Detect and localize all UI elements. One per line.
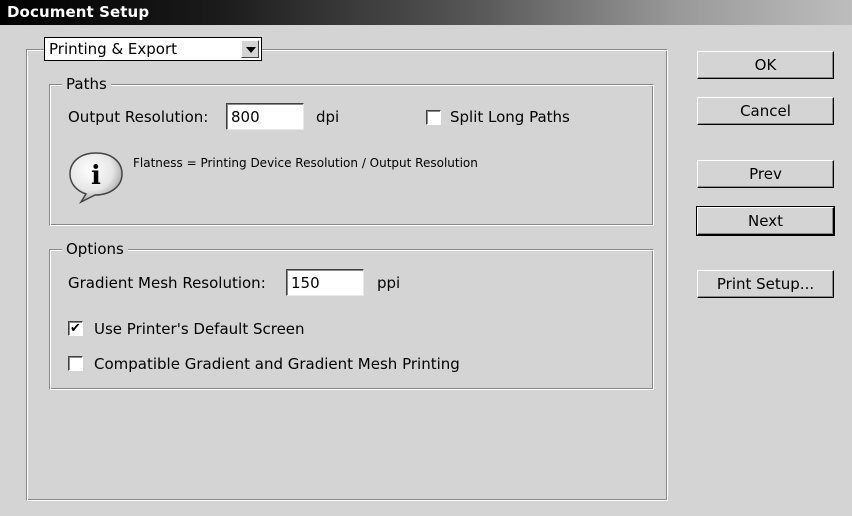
use-printer-default-screen-checkbox[interactable]: ✔ (68, 321, 83, 336)
output-resolution-unit: dpi (316, 108, 340, 126)
paths-group (49, 84, 654, 226)
output-resolution-label: Output Resolution: (68, 108, 209, 126)
next-button[interactable]: Next (696, 206, 835, 236)
svg-text:i: i (91, 161, 101, 191)
cancel-button[interactable]: Cancel (697, 97, 834, 125)
paths-group-legend: Paths (62, 75, 111, 93)
category-dropdown[interactable]: Printing & Export (44, 37, 262, 61)
info-speech-bubble-icon: i (69, 152, 123, 204)
gradient-mesh-resolution-label: Gradient Mesh Resolution: (68, 274, 266, 292)
gradient-mesh-resolution-unit: ppi (377, 274, 401, 292)
use-printer-default-screen-label[interactable]: Use Printer's Default Screen (94, 320, 305, 338)
prev-button[interactable]: Prev (697, 160, 834, 188)
options-group-legend: Options (62, 240, 128, 258)
gradient-mesh-resolution-input[interactable] (286, 269, 364, 296)
dropdown-arrow-button[interactable] (241, 40, 259, 58)
print-setup-button[interactable]: Print Setup... (697, 270, 834, 298)
checkmark-icon: ✔ (70, 321, 81, 336)
flatness-info-text: Flatness = Printing Device Resolution / … (133, 156, 478, 170)
compatible-gradient-checkbox[interactable] (68, 356, 83, 371)
category-dropdown-value: Printing & Export (49, 40, 178, 58)
window-title: Document Setup (7, 3, 150, 21)
split-long-paths-label[interactable]: Split Long Paths (450, 108, 570, 126)
output-resolution-input[interactable] (226, 103, 304, 130)
chevron-down-icon (246, 47, 256, 53)
title-bar[interactable]: Document Setup (0, 0, 852, 25)
compatible-gradient-label[interactable]: Compatible Gradient and Gradient Mesh Pr… (94, 355, 460, 373)
ok-button[interactable]: OK (697, 51, 834, 79)
split-long-paths-checkbox[interactable] (426, 110, 441, 125)
